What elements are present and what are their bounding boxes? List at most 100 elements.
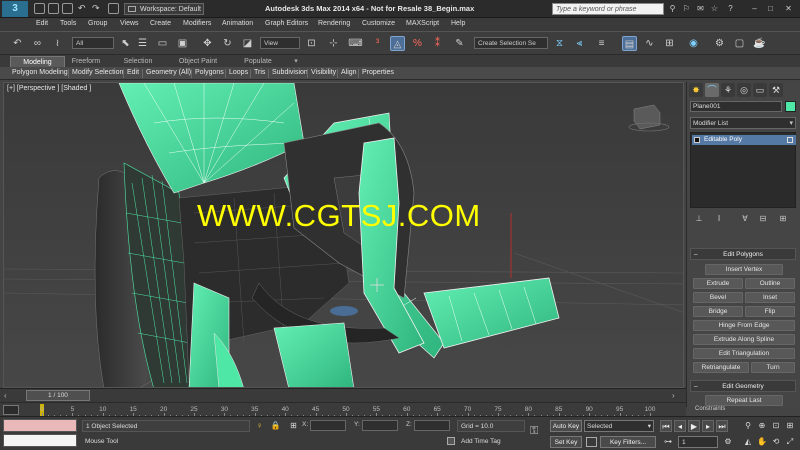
auto-key-button[interactable]: Auto Key [550, 420, 582, 432]
pin-stack-icon[interactable]: ⊥ [693, 213, 705, 225]
snaps-toggle-icon[interactable]: ³ [370, 36, 385, 51]
undo-icon[interactable]: ↶ [10, 36, 25, 51]
previous-key-icon[interactable]: ◂ [674, 420, 686, 432]
workspace-dropdown[interactable]: Workspace: Default [124, 3, 204, 15]
percent-snap-icon[interactable]: % [410, 36, 425, 51]
pan-view-icon[interactable]: ✋ [756, 436, 768, 448]
key-mode-toggle-icon[interactable]: ⊶ [662, 436, 674, 448]
save-file-icon[interactable] [62, 3, 73, 14]
panel-loops[interactable]: Loops [229, 69, 248, 76]
panel-visibility[interactable]: Visibility [311, 69, 336, 76]
panel-polygon-modeling[interactable]: Polygon Modeling [12, 69, 68, 76]
panel-subdivision[interactable]: Subdivision [272, 69, 308, 76]
menu-graph-editors[interactable]: Graph Editors [265, 20, 308, 27]
zoom-extents-all-icon[interactable]: ⊞ [784, 420, 796, 432]
field-of-view-icon[interactable]: ◭ [742, 436, 754, 448]
bridge-button[interactable]: Bridge [693, 306, 743, 317]
tab-freeform[interactable]: Freeform [66, 56, 106, 67]
key-filters-button[interactable]: Key Filters... [600, 436, 656, 448]
maximize-viewport-icon[interactable]: ⤢ [784, 436, 796, 448]
help-icon[interactable]: ? [726, 4, 735, 13]
menu-animation[interactable]: Animation [222, 20, 253, 27]
time-slider-handle[interactable]: 1 / 100 [26, 390, 90, 401]
hinge-from-edge-button[interactable]: Hinge From Edge [693, 320, 795, 331]
perspective-viewport[interactable]: [+] [Perspective ] [Shaded ] WWW.CGTSJ.C… [3, 82, 684, 388]
track-bar[interactable]: 0 5 10 15 20 25 30 35 40 45 50 55 60 65 70 75 80 85 90 95 10… [0, 402, 686, 417]
viewport-label[interactable]: [+] [Perspective ] [Shaded ] [7, 85, 91, 92]
select-manipulate-icon[interactable]: ⊹ [326, 36, 341, 51]
set-key-mode-icon[interactable]: ⚿ [530, 425, 538, 438]
panel-polygons[interactable]: Polygons [195, 69, 224, 76]
selection-filter-dropdown[interactable]: All [72, 37, 114, 49]
add-time-tag-button[interactable]: Add Time Tag [447, 436, 525, 448]
set-key-button[interactable]: Set Key [550, 436, 582, 448]
tab-selection[interactable]: Selection [118, 56, 158, 67]
search-icon[interactable]: ⚲ [668, 4, 677, 13]
mirror-icon[interactable]: ⧖ [552, 36, 567, 51]
stack-toggle-icon[interactable] [694, 137, 700, 143]
repeat-last-button[interactable]: Repeat Last [705, 395, 783, 406]
schematic-view-icon[interactable]: ⊞ [662, 36, 677, 51]
panel-modify-selection[interactable]: Modify Selection [72, 69, 123, 76]
time-slider[interactable]: ‹ 1 / 100 › [0, 388, 686, 402]
graphite-ribbon-icon[interactable]: ▤ [622, 36, 637, 51]
tab-object-paint[interactable]: Object Paint [174, 56, 222, 67]
edit-triangulation-button[interactable]: Edit Triangulation [693, 348, 795, 359]
hierarchy-tab-icon[interactable]: ⚘ [721, 83, 735, 97]
edit-geometry-rollout[interactable]: – Edit Geometry [690, 380, 796, 392]
communication-center-icon[interactable]: ✉ [696, 4, 705, 13]
keyboard-shortcut-icon[interactable]: ⌨ [348, 36, 363, 51]
new-file-icon[interactable] [34, 3, 45, 14]
remove-modifier-icon[interactable]: ⊟ [757, 213, 769, 225]
bevel-button[interactable]: Bevel [693, 292, 743, 303]
go-to-end-icon[interactable]: ⏭ [716, 420, 728, 432]
select-and-link-icon[interactable]: ∞ [30, 36, 45, 51]
selection-lock-icon[interactable]: 🔒 [270, 420, 281, 431]
menu-tools[interactable]: Tools [60, 20, 76, 27]
turn-button[interactable]: Turn [751, 362, 795, 373]
maximize-icon[interactable]: □ [766, 4, 775, 13]
close-icon[interactable]: ✕ [784, 4, 793, 13]
zoom-extents-icon[interactable]: ⊡ [770, 420, 782, 432]
flip-button[interactable]: Flip [745, 306, 795, 317]
curve-editor-icon[interactable]: ∿ [642, 36, 657, 51]
make-unique-icon[interactable]: ∀ [739, 213, 751, 225]
select-and-scale-icon[interactable]: ◪ [240, 36, 255, 51]
retriangulate-button[interactable]: Retriangulate [693, 362, 749, 373]
key-selection-dropdown[interactable]: Selected ▾ [584, 420, 654, 432]
redo-icon[interactable]: ↷ [92, 3, 103, 14]
mini-curve-editor-toggle[interactable] [3, 405, 19, 415]
previous-frame-icon[interactable]: ‹ [4, 391, 7, 400]
extrude-along-spline-button[interactable]: Extrude Along Spline [693, 334, 795, 345]
panel-properties[interactable]: Properties [362, 69, 394, 76]
track-bar-ruler[interactable]: 0 5 10 15 20 25 30 35 40 45 50 55 60 65 70 75 80 85 90 95 10… [38, 403, 655, 417]
extrude-button[interactable]: Extrude [693, 278, 743, 289]
current-frame-field[interactable]: 1 [678, 436, 718, 448]
material-editor-icon[interactable]: ◉ [686, 36, 701, 51]
next-key-icon[interactable]: ▸ [702, 420, 714, 432]
object-color-swatch[interactable] [785, 101, 796, 112]
display-tab-icon[interactable]: ▭ [753, 83, 767, 97]
utilities-tab-icon[interactable]: ⚒ [769, 83, 783, 97]
go-to-start-icon[interactable]: ⏮ [660, 420, 672, 432]
spinner-snap-icon[interactable]: ⁑ [430, 36, 445, 51]
panel-edit[interactable]: Edit [127, 69, 139, 76]
menu-help[interactable]: Help [451, 20, 465, 27]
tab-populate[interactable]: Populate [238, 56, 278, 67]
insert-vertex-button[interactable]: Insert Vertex [705, 264, 783, 275]
rectangular-selection-icon[interactable]: ▭ [155, 36, 170, 51]
edit-polygons-rollout[interactable]: – Edit Polygons [690, 248, 796, 260]
layer-manager-icon[interactable]: ≡ [594, 36, 609, 51]
selection-set-dropdown[interactable]: Create Selection Se [474, 37, 548, 49]
modify-tab-icon[interactable]: ⌒ [705, 83, 719, 97]
create-tab-icon[interactable]: ✸ [689, 83, 703, 97]
unlink-icon[interactable]: ≀ [50, 36, 65, 51]
inset-button[interactable]: Inset [745, 292, 795, 303]
z-coord-field[interactable] [414, 420, 450, 431]
select-object-icon[interactable]: ⬉ [118, 36, 133, 51]
minimize-icon[interactable]: – [750, 4, 759, 13]
render-setup-icon[interactable]: ⚙ [712, 36, 727, 51]
open-file-icon[interactable] [48, 3, 59, 14]
panel-tris[interactable]: Tris [254, 69, 265, 76]
select-and-rotate-icon[interactable]: ↻ [220, 36, 235, 51]
